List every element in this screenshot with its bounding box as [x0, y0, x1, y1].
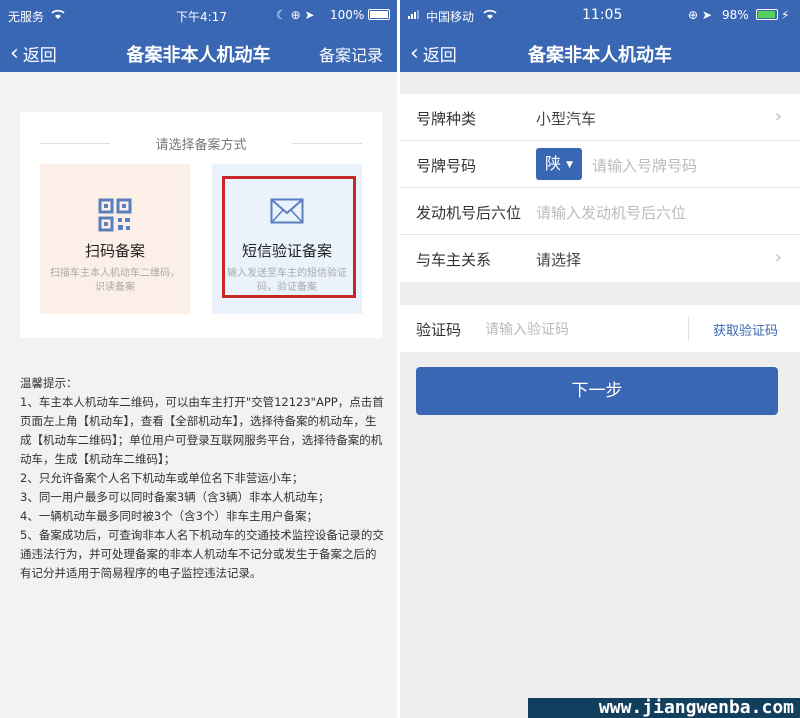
method-heading: 请选择备案方式 [40, 134, 362, 153]
nav-bar: ‹ 返回 备案非本人机动车 [400, 32, 800, 72]
tip-item: 2、只允许备案个人名下机动车或单位名下非营运小车； [20, 471, 304, 485]
status-icons: ☾ ⊕ ➤ [276, 8, 315, 22]
plate-number-row: 号牌号码 陕 ▼ 请输入号牌号码 [400, 141, 800, 188]
next-step-button[interactable]: 下一步 [416, 367, 778, 415]
records-link[interactable]: 备案记录 [319, 42, 383, 66]
verification-code-input[interactable]: 请输入验证码 [485, 319, 569, 339]
province-selector[interactable]: 陕 ▼ [536, 148, 582, 180]
get-code-button[interactable]: 获取验证码 [713, 320, 778, 339]
owner-relation-row[interactable]: 与车主关系 请选择 › [400, 235, 800, 282]
battery-percent: 100% [330, 8, 365, 22]
verification-code-label: 验证码 [416, 321, 462, 339]
battery-percent: 98% [722, 8, 749, 22]
right-phone-screen: 中国移动 11:05 ⊕ ➤ 98% ⚡ ‹ 返回 备案非本人机动车 号牌种类 … [400, 0, 800, 718]
engine-number-row: 发动机号后六位 请输入发动机号后六位 [400, 188, 800, 235]
plate-type-value: 小型汽车 [536, 110, 597, 128]
qr-code-icon [40, 198, 190, 232]
tip-item: 4、一辆机动车最多同时被3个（含3个）非车主用户备案； [20, 509, 318, 523]
caret-down-icon: ▼ [566, 160, 574, 170]
signal-icon [408, 8, 422, 22]
battery-icon [368, 8, 390, 22]
owner-relation-value: 请选择 [536, 251, 582, 269]
carrier-label: 无服务 [8, 10, 45, 24]
charging-icon: ⚡ [781, 8, 790, 22]
province-value: 陕 [544, 154, 561, 173]
status-bar: 中国移动 11:05 ⊕ ➤ 98% ⚡ [400, 0, 800, 32]
page-title: 备案非本人机动车 [528, 45, 672, 66]
left-phone-screen: 无服务 下午4:17 ☾ ⊕ ➤ 100% ‹ 返回 备案非本人机动车 备案记录… [0, 0, 397, 718]
tips-section: 温馨提示： 1、车主本人机动车二维码，可以由车主打开"交管12123"APP，点… [20, 374, 384, 583]
nav-bar: ‹ 返回 备案非本人机动车 备案记录 [0, 32, 397, 72]
status-bar: 无服务 下午4:17 ☾ ⊕ ➤ 100% [0, 0, 397, 32]
carrier-label: 中国移动 [426, 10, 475, 24]
wifi-icon [50, 8, 66, 23]
engine-number-label: 发动机号后六位 [416, 204, 522, 222]
plate-number-label: 号牌号码 [416, 157, 477, 175]
tip-item: 5、备案成功后，可查询非本人名下机动车的交通技术监控设备记录的交通违法行为，并可… [20, 528, 384, 580]
watermark: www.jiangwenba.com [528, 698, 800, 718]
owner-relation-label: 与车主关系 [416, 251, 492, 269]
qr-scan-option[interactable]: 扫码备案 扫描车主本人机动车二维码，识读备案 [40, 164, 190, 314]
option-label: 扫码备案 [84, 242, 145, 260]
plate-number-input[interactable]: 请输入号牌号码 [592, 155, 697, 176]
battery-icon [756, 8, 778, 22]
chevron-right-icon: › [774, 247, 782, 268]
tip-item: 1、车主本人机动车二维码，可以由车主打开"交管12123"APP，点击首页面左上… [20, 395, 384, 466]
plate-type-label: 号牌种类 [416, 110, 477, 128]
wifi-icon [482, 8, 498, 23]
plate-type-row[interactable]: 号牌种类 小型汽车 › [400, 94, 800, 141]
verification-code-row: 验证码 请输入验证码 获取验证码 [400, 305, 800, 352]
highlight-box [222, 176, 356, 298]
tip-item: 3、同一用户最多可以同时备案3辆（含3辆）非本人机动车； [20, 490, 330, 504]
vehicle-form: 号牌种类 小型汽车 › 号牌号码 陕 ▼ 请输入号牌号码 发动机号后六位 请输入… [400, 94, 800, 282]
verification-form: 验证码 请输入验证码 获取验证码 [400, 305, 800, 352]
status-time: 下午4:17 [176, 10, 227, 24]
status-time: 11:05 [582, 7, 623, 23]
option-desc: 扫描车主本人机动车二维码，识读备案 [50, 268, 180, 293]
tips-heading: 温馨提示： [20, 376, 78, 390]
status-icons: ⊕ ➤ [688, 8, 712, 22]
engine-number-input[interactable]: 请输入发动机号后六位 [536, 202, 686, 223]
divider [688, 317, 689, 341]
chevron-right-icon: › [774, 106, 782, 127]
